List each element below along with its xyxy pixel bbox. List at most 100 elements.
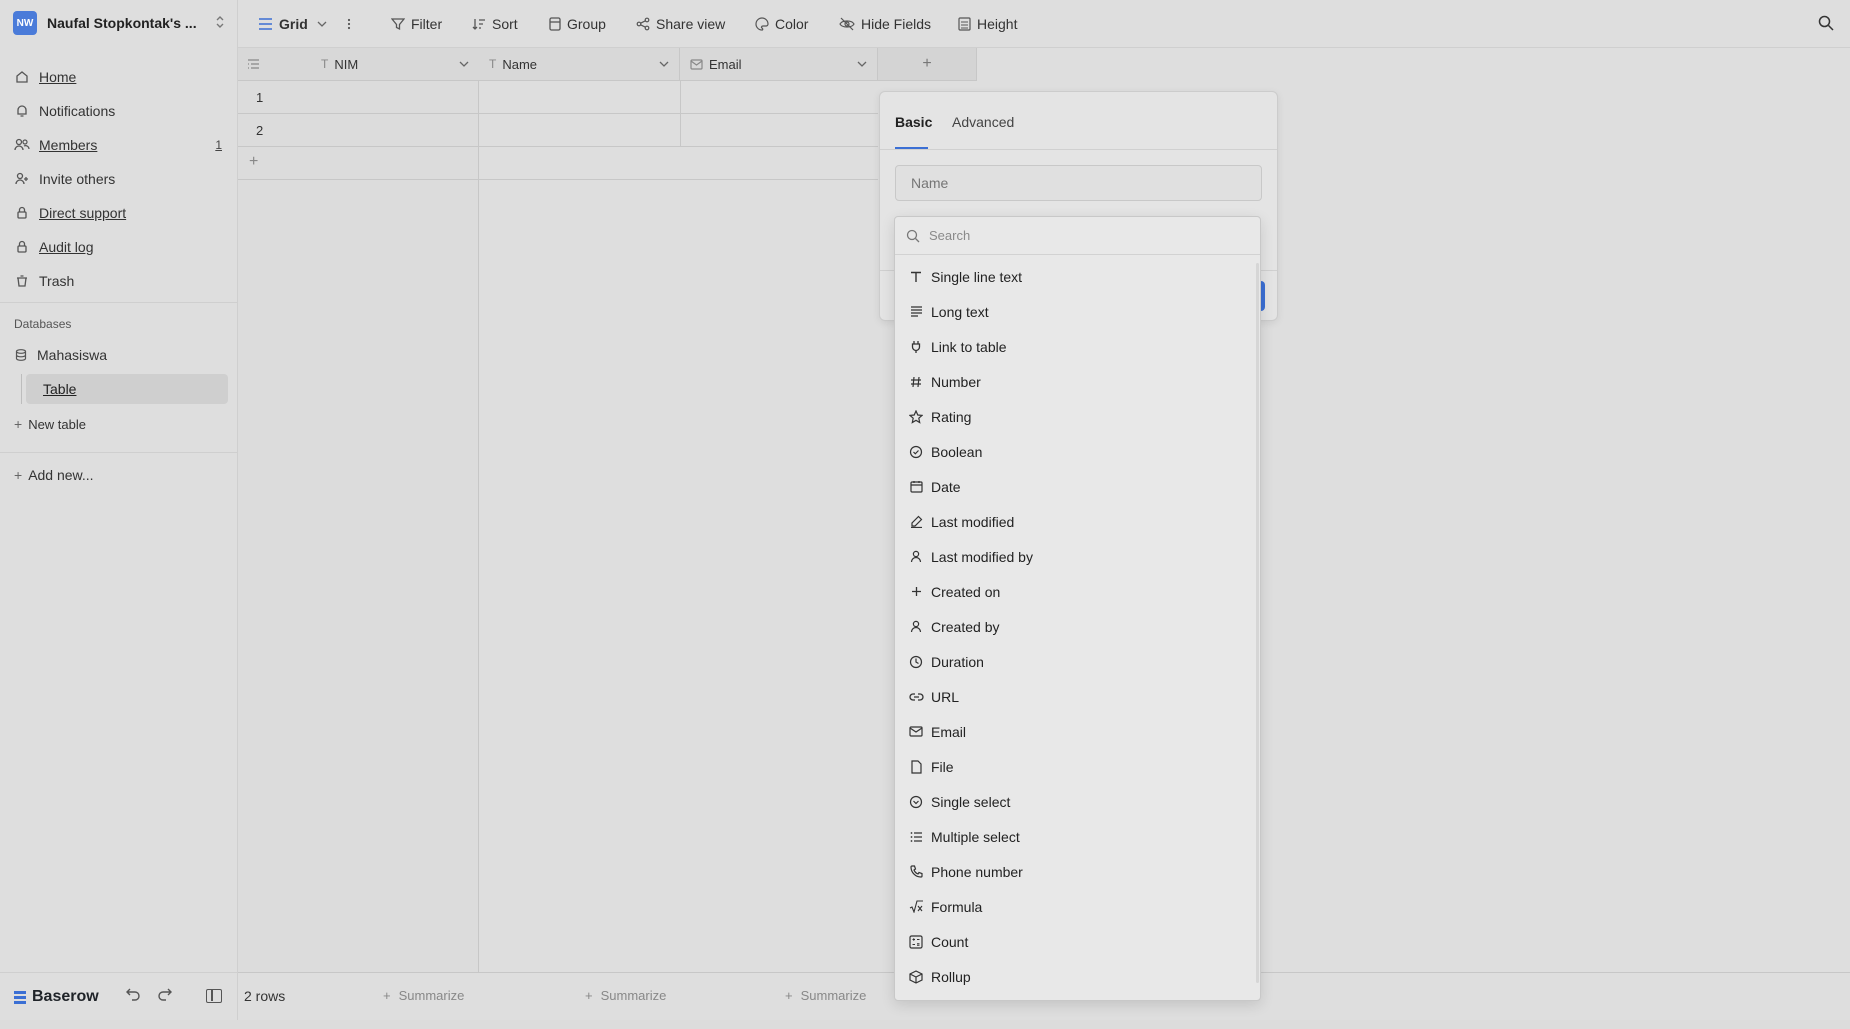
table-row[interactable]: 1 [238, 81, 479, 114]
workspace-switcher[interactable]: NW Naufal Stopkontak's ... [13, 11, 225, 35]
field-type-phone-number[interactable]: Phone number [895, 854, 1260, 889]
field-type-boolean[interactable]: Boolean [895, 434, 1260, 469]
list-item-label: Single select [931, 793, 1011, 810]
column-header-email[interactable]: Email [680, 48, 878, 81]
group-button[interactable]: Group [549, 0, 606, 47]
undo-icon[interactable] [125, 987, 141, 1001]
column-header-name[interactable]: T Name [479, 48, 680, 81]
field-name-input[interactable] [895, 165, 1262, 201]
field-type-rating[interactable]: Rating [895, 399, 1260, 434]
chevron-down-icon[interactable] [857, 61, 867, 67]
home-icon [14, 69, 30, 85]
summarize-button[interactable]: + Summarize [585, 988, 666, 1003]
create-button[interactable] [1261, 281, 1265, 311]
sort-button[interactable]: Sort [472, 0, 518, 47]
redo-icon[interactable] [157, 987, 173, 1001]
list-item-label: Created by [931, 618, 1000, 635]
chevron-down-icon[interactable] [659, 61, 669, 67]
more-vertical-icon [347, 18, 351, 30]
sidebar-item-trash[interactable]: Trash [0, 264, 238, 298]
filter-button[interactable]: Filter [391, 0, 442, 47]
file-icon [908, 759, 924, 775]
row-list-icon [247, 58, 260, 70]
field-type-created-by[interactable]: Created by [895, 609, 1260, 644]
list-item-label: Formula [931, 898, 983, 915]
field-type-formula[interactable]: Formula [895, 889, 1260, 924]
column-divider [680, 81, 681, 147]
new-table-button[interactable]: + New table [14, 416, 86, 432]
text-field-icon: T [321, 57, 329, 71]
tab-basic[interactable]: Basic [895, 114, 932, 130]
sidebar-item-members[interactable]: Members 1 [0, 128, 238, 162]
sidebar-item-home[interactable]: Home [0, 60, 238, 94]
share-view-button[interactable]: Share view [636, 0, 725, 47]
summarize-button[interactable]: + Summarize [785, 988, 866, 1003]
bell-icon [14, 103, 30, 119]
height-label: Height [977, 15, 1018, 32]
new-table-label: New table [28, 416, 86, 432]
search-icon[interactable] [1818, 15, 1834, 31]
field-type-duration[interactable]: Duration [895, 644, 1260, 679]
list-item-label: Link to table [931, 338, 1007, 355]
column-title: Email [709, 56, 742, 72]
add-row-button[interactable]: + [238, 147, 479, 180]
add-new-button[interactable]: + Add new... [14, 467, 94, 483]
field-type-number[interactable]: Number [895, 364, 1260, 399]
view-switcher[interactable]: Grid [258, 0, 327, 47]
hide-fields-button[interactable]: Hide Fields [839, 0, 931, 47]
dropdown-scrollbar[interactable] [1256, 263, 1259, 983]
summarize-label: Summarize [600, 988, 667, 1003]
sidebar-item-direct-support[interactable]: Direct support [0, 196, 238, 230]
list-item-label: Rollup [931, 968, 971, 985]
table-row-cells[interactable] [479, 81, 878, 114]
sidebar-item-audit-log[interactable]: Audit log [0, 230, 238, 264]
sort-icon [472, 17, 486, 31]
height-icon [958, 16, 971, 31]
sidebar-item-notifications[interactable]: Notifications [0, 94, 238, 128]
list-item-label: File [931, 758, 954, 775]
column-header-nim[interactable]: T NIM [238, 48, 479, 81]
field-type-last-modified[interactable]: Last modified [895, 504, 1260, 539]
sidebar-item-label: Members [39, 137, 98, 153]
field-type-multiple-select[interactable]: Multiple select [895, 819, 1260, 854]
sidebar-table-item[interactable]: Table [26, 374, 228, 404]
field-type-last-modified-by[interactable]: Last modified by [895, 539, 1260, 574]
field-type-date[interactable]: Date [895, 469, 1260, 504]
text-field-icon: T [489, 57, 497, 71]
edit-icon [908, 514, 924, 530]
tab-advanced[interactable]: Advanced [952, 114, 1014, 130]
workspace-avatar: NW [13, 11, 37, 35]
field-type-long-text[interactable]: Long text [895, 294, 1260, 329]
table-row-cells[interactable] [479, 114, 878, 147]
add-row-strip[interactable] [479, 147, 878, 180]
row-height-button[interactable]: Height [958, 0, 1017, 47]
collapse-sidebar-icon[interactable] [206, 989, 222, 1003]
calendar-icon [908, 479, 924, 495]
table-row[interactable]: 2 [238, 114, 479, 147]
sidebar-item-invite-others[interactable]: Invite others [0, 162, 238, 196]
field-type-url[interactable]: URL [895, 679, 1260, 714]
eye-off-icon [839, 17, 855, 31]
mail-icon [690, 58, 703, 70]
field-type-link-to-table[interactable]: Link to table [895, 329, 1260, 364]
chevron-down-icon[interactable] [459, 61, 469, 67]
field-type-single-select[interactable]: Single select [895, 784, 1260, 819]
field-type-rollup[interactable]: Rollup [895, 959, 1260, 994]
sidebar-footer: Baserow [0, 972, 238, 1020]
field-type-search-input[interactable] [929, 228, 1229, 243]
add-field-button[interactable]: + [878, 48, 977, 81]
list-item-label: Multiple select [931, 828, 1020, 845]
list-item-label: Last modified [931, 513, 1015, 530]
field-type-file[interactable]: File [895, 749, 1260, 784]
view-more-button[interactable] [347, 0, 351, 47]
color-button[interactable]: Color [755, 0, 808, 47]
link-icon [908, 689, 924, 705]
field-type-count[interactable]: Count [895, 924, 1260, 959]
share-icon [636, 17, 650, 31]
field-type-single-line-text[interactable]: Single line text [895, 259, 1260, 294]
field-type-created-on[interactable]: Created on [895, 574, 1260, 609]
field-type-email[interactable]: Email [895, 714, 1260, 749]
divider [0, 452, 238, 453]
summarize-button[interactable]: + Summarize [383, 988, 464, 1003]
database-mahasiswa[interactable]: Mahasiswa [14, 345, 107, 365]
